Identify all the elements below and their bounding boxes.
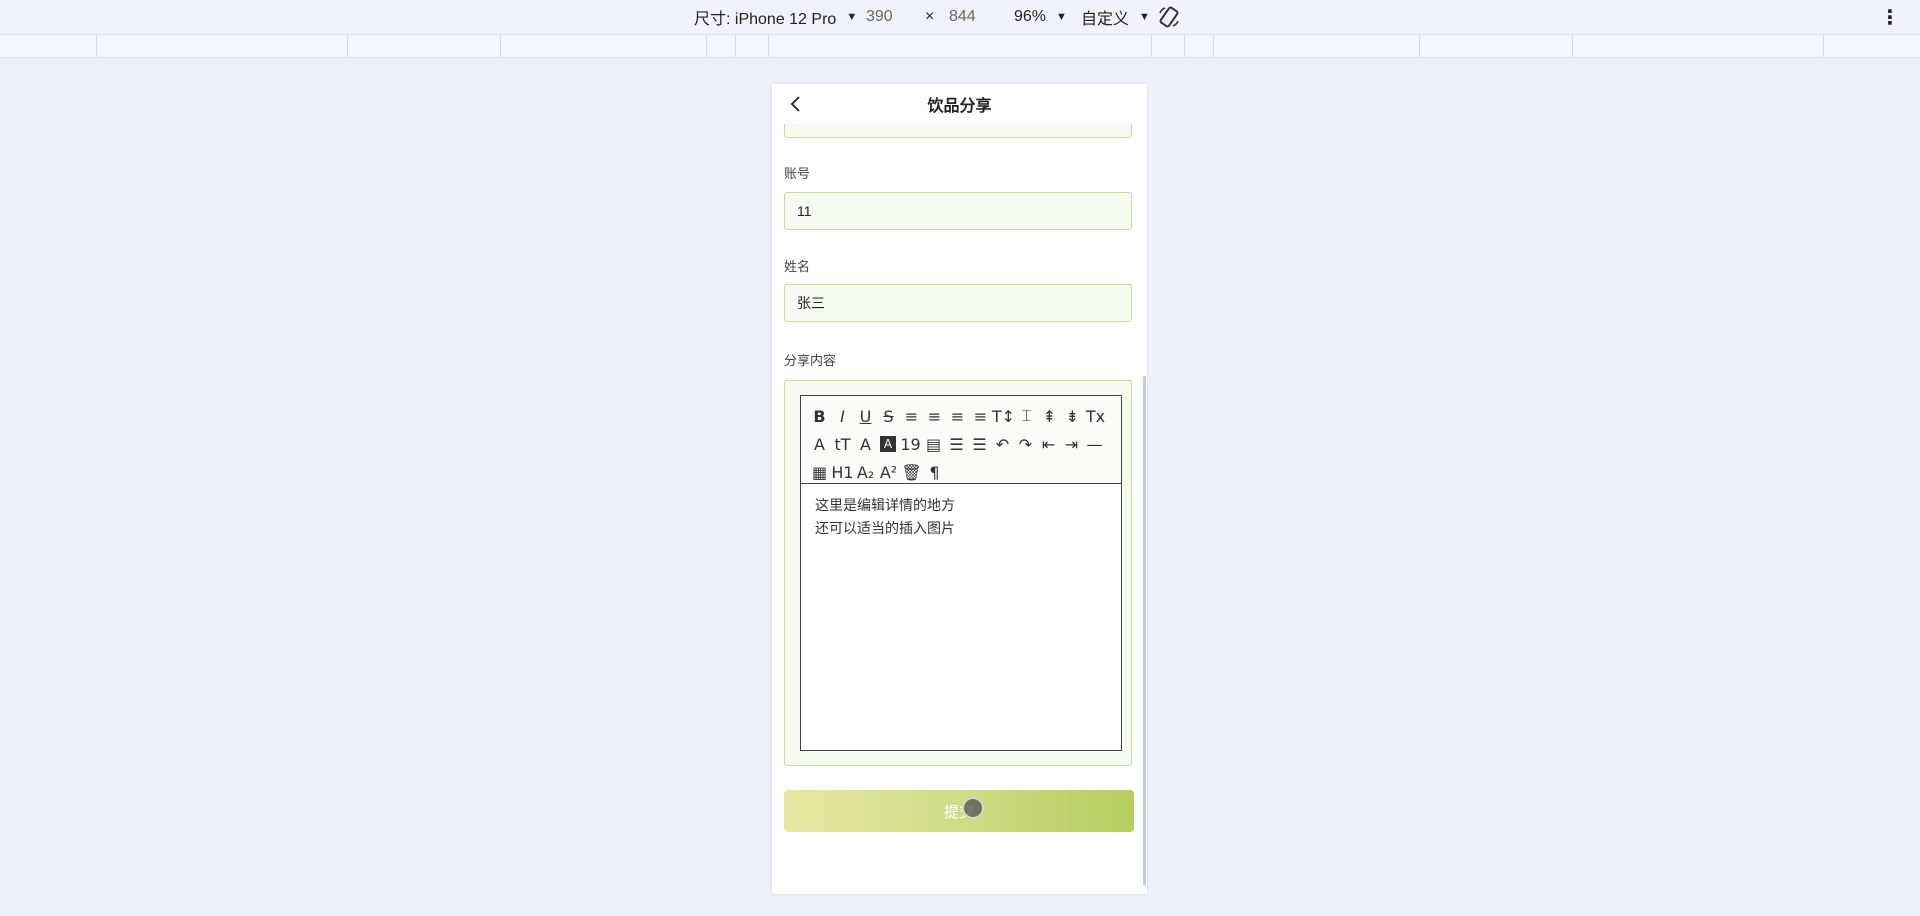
- caret-down-icon: ▼: [846, 11, 858, 23]
- caret-down-icon: ▼: [1139, 11, 1150, 23]
- delete-icon[interactable]: 🗑: [901, 461, 922, 483]
- account-value: 11: [797, 203, 812, 219]
- device-label: 尺寸: iPhone 12 Pro: [694, 11, 837, 28]
- editor-toolbar: B I U S ≡ ≡ ≡ ≡ T↕ ⌶ ⇞ ⇟ Tx AtT A A 19 ▤ ☰ ☰ ↶ ↷ ⇤ ⇥ — ▦ H1 A₂ A² 🗑…: [801, 396, 1121, 484]
- content-label: 分享内容: [784, 353, 837, 368]
- mode-select[interactable]: 自定义 ▼: [1081, 0, 1150, 34]
- width-input[interactable]: 390: [866, 0, 893, 34]
- superscript-icon[interactable]: A²: [878, 461, 899, 483]
- redo-icon[interactable]: ↷: [1015, 433, 1036, 455]
- indent-icon[interactable]: ⇥: [1061, 433, 1082, 455]
- touch-cursor: [962, 797, 984, 819]
- device-select[interactable]: 尺寸: iPhone 12 Pro ▼: [694, 0, 857, 34]
- text-color-icon[interactable]: A: [855, 433, 876, 455]
- paragraph-icon[interactable]: ¶: [924, 461, 945, 483]
- space-after-icon[interactable]: ⇟: [1062, 405, 1083, 427]
- undo-icon[interactable]: ↶: [992, 433, 1013, 455]
- line-height-icon[interactable]: T↕: [992, 405, 1015, 427]
- editor-content[interactable]: 这里是编辑详情的地方 还可以适当的插入图片: [801, 484, 1121, 550]
- zoom-select[interactable]: 96% ▼: [1014, 0, 1067, 34]
- align-justify-icon[interactable]: ≡: [970, 405, 991, 427]
- account-label: 账号: [784, 166, 811, 181]
- more-vertical-icon[interactable]: ⋮: [1880, 0, 1900, 34]
- content-line: 还可以适当的插入图片: [815, 520, 955, 536]
- outdent-icon[interactable]: ⇤: [1038, 433, 1059, 455]
- bullet-list-icon[interactable]: ☰: [969, 433, 990, 455]
- font-size-icon[interactable]: tT: [832, 433, 853, 455]
- date-icon[interactable]: 19: [900, 433, 921, 455]
- device-toolbar: 尺寸: iPhone 12 Pro ▼ 390 × 844 96% ▼ 自定义 …: [0, 0, 1920, 35]
- italic-icon[interactable]: I: [832, 405, 853, 427]
- name-label: 姓名: [784, 259, 811, 274]
- zoom-value: 96%: [1014, 8, 1047, 25]
- divider-icon[interactable]: —: [1084, 433, 1105, 455]
- page-title: 饮品分享: [927, 98, 992, 115]
- heading-icon[interactable]: H1: [831, 461, 853, 483]
- name-input[interactable]: 张三: [784, 284, 1132, 322]
- toolbar-row: ▦ H1 A₂ A² 🗑 ¶: [809, 458, 1121, 486]
- ordered-list-icon[interactable]: ☰: [946, 433, 967, 455]
- height-input[interactable]: 844: [949, 0, 976, 34]
- font-color-icon[interactable]: A: [809, 433, 830, 455]
- caret-down-icon: ▼: [1056, 11, 1067, 23]
- times-label: ×: [925, 8, 935, 25]
- media-query-ruler: [0, 35, 1920, 58]
- align-left-icon[interactable]: ≡: [901, 405, 922, 427]
- underline-icon[interactable]: U: [855, 405, 876, 427]
- space-before-icon[interactable]: ⇞: [1039, 405, 1060, 427]
- submit-button[interactable]: 提交: [784, 790, 1134, 832]
- image-icon[interactable]: ▦: [809, 461, 830, 483]
- align-center-icon[interactable]: ≡: [924, 405, 945, 427]
- phone-viewport: 饮品分享 账号 11 姓名 张三 分享内容 B I U S ≡ ≡ ≡ ≡ T↕ ⌶ ⇞ ⇟ Tx At…: [772, 84, 1147, 894]
- width-value: 390: [866, 8, 893, 25]
- mode-value: 自定义: [1081, 11, 1130, 28]
- background-color-icon[interactable]: A: [880, 436, 896, 452]
- bold-icon[interactable]: B: [809, 405, 830, 427]
- align-right-icon[interactable]: ≡: [947, 405, 968, 427]
- nav-bar: 饮品分享: [772, 84, 1147, 124]
- rich-text-editor-container: B I U S ≡ ≡ ≡ ≡ T↕ ⌶ ⇞ ⇟ Tx AtT A A 19 ▤ ☰ ☰ ↶ ↷ ⇤ ⇥ — ▦ H1 A₂ A² 🗑…: [784, 380, 1132, 766]
- rich-text-editor: B I U S ≡ ≡ ≡ ≡ T↕ ⌶ ⇞ ⇟ Tx AtT A A 19 ▤ ☰ ☰ ↶ ↷ ⇤ ⇥ — ▦ H1 A₂ A² 🗑…: [800, 395, 1122, 751]
- rotate-icon[interactable]: [1157, 0, 1181, 34]
- scrollbar[interactable]: [1143, 376, 1146, 886]
- chevron-left-icon[interactable]: [786, 94, 806, 114]
- account-input[interactable]: 11: [784, 192, 1132, 230]
- letter-spacing-icon[interactable]: ⌶: [1016, 405, 1037, 427]
- checklist-icon[interactable]: ▤: [923, 433, 944, 455]
- toolbar-row: B I U S ≡ ≡ ≡ ≡ T↕ ⌶ ⇞ ⇟ Tx: [809, 402, 1121, 430]
- name-value: 张三: [797, 295, 825, 311]
- height-value: 844: [949, 8, 976, 25]
- clear-format-icon[interactable]: Tx: [1085, 405, 1106, 427]
- subscript-icon[interactable]: A₂: [855, 461, 876, 483]
- content-line: 这里是编辑详情的地方: [815, 497, 955, 513]
- times-sign: ×: [925, 0, 934, 34]
- strikethrough-icon[interactable]: S: [878, 405, 899, 427]
- toolbar-row: AtT A A 19 ▤ ☰ ☰ ↶ ↷ ⇤ ⇥ —: [809, 430, 1121, 458]
